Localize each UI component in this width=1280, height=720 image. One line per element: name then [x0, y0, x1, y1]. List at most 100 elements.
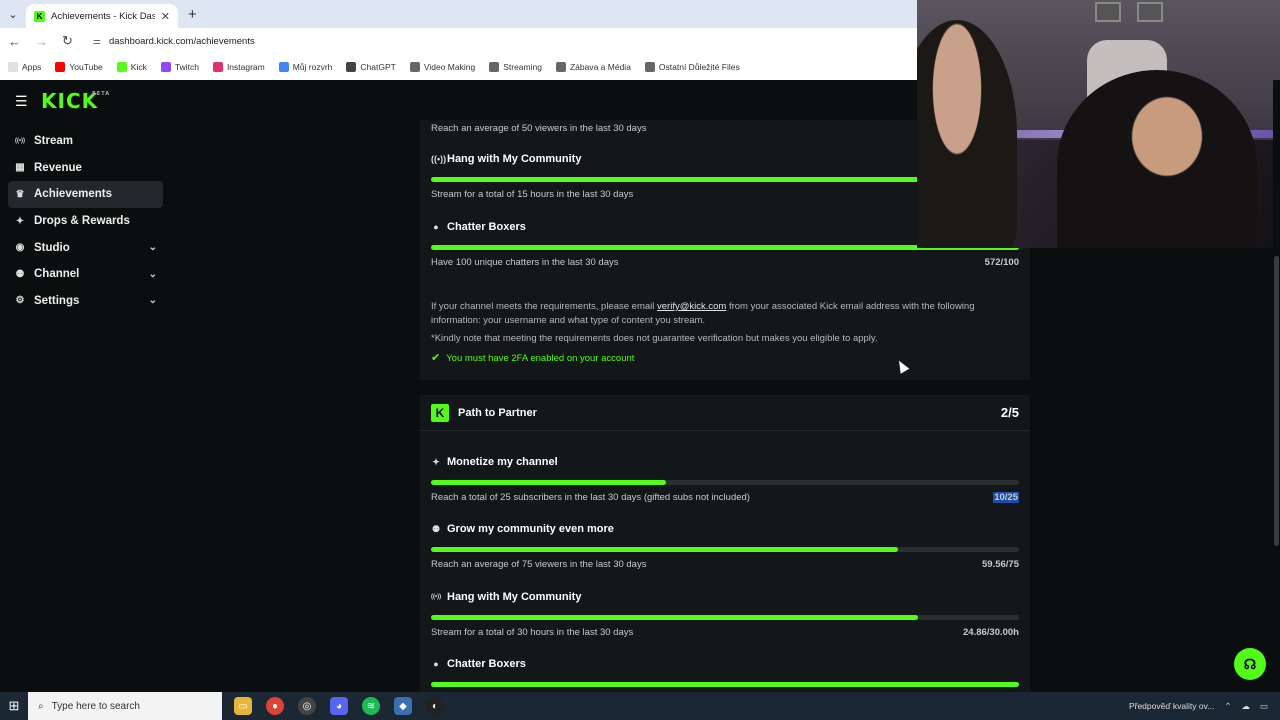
- tab-search-chevron-icon[interactable]: ⌄: [0, 0, 26, 28]
- sidebar-item-settings[interactable]: ⚙ Settings ⌄: [8, 288, 163, 315]
- reload-icon[interactable]: ↻: [62, 33, 73, 49]
- sidebar-item-revenue[interactable]: ▦ Revenue: [8, 155, 163, 182]
- site-info-icon[interactable]: ⚌: [93, 36, 101, 47]
- kick-logo[interactable]: KICK BETA: [41, 89, 109, 113]
- discord-icon[interactable]: ◕: [330, 697, 348, 715]
- verification-info: If your channel meets the requirements, …: [431, 300, 1019, 365]
- taskbar-apps: ▭ ● ◎ ◕ ≋ ◆ ◐: [234, 697, 444, 715]
- bookmark-item[interactable]: Kick: [116, 62, 147, 72]
- sidebar-item-studio[interactable]: ◉ Studio ⌄: [8, 234, 163, 261]
- sidebar-item-channel[interactable]: ⚉ Channel ⌄: [8, 261, 163, 288]
- partner-achievement-item: ● Chatter Boxers: [431, 655, 1019, 692]
- sidebar-item-drops-rewards[interactable]: ✦ Drops & Rewards: [8, 208, 163, 235]
- kick-k-icon: K: [431, 403, 449, 422]
- forward-icon[interactable]: →: [35, 34, 48, 49]
- users-icon: ⚉: [15, 268, 25, 280]
- bookmark-item[interactable]: Twitch: [160, 62, 199, 72]
- achievement-title: Chatter Boxers: [447, 658, 526, 670]
- url-text: dashboard.kick.com/achievements: [108, 35, 255, 47]
- achievement-description: Reach an average of 75 viewers in the la…: [431, 559, 1019, 570]
- bookmark-item[interactable]: Streaming: [489, 62, 542, 72]
- chat-icon: ●: [433, 222, 439, 232]
- path-to-partner-card: K Path to Partner 2/5 ✦ Monetize my chann…: [420, 395, 1030, 692]
- davinci-icon[interactable]: ◐: [426, 697, 444, 715]
- sidebar-item-achievements[interactable]: ♛ Achievements: [8, 181, 163, 208]
- app-icon[interactable]: ◆: [394, 697, 412, 715]
- bookmark-item[interactable]: Instagram: [212, 62, 265, 72]
- chevron-down-icon[interactable]: ⌄: [149, 295, 157, 306]
- sidebar-item-label: Channel: [34, 268, 80, 281]
- chrome-icon[interactable]: ●: [266, 697, 284, 715]
- users-icon: ⚉: [431, 523, 441, 534]
- progress-fill: [431, 615, 919, 620]
- progress-bar: [431, 480, 1019, 485]
- sparkle-icon: ✦: [432, 456, 440, 467]
- achievement-description: Reach a total of 25 subscribers in the l…: [431, 492, 1019, 503]
- eligibility-note: *Kindly note that meeting the requiremen…: [431, 333, 878, 344]
- achievement-description: Have 100 unique chatters in the last 30 …: [431, 257, 1019, 268]
- windows-start-icon[interactable]: ⊞: [0, 692, 28, 720]
- scrollbar-thumb[interactable]: [1274, 256, 1279, 546]
- progress-bar: [431, 682, 1019, 687]
- network-icon[interactable]: ▭: [1260, 701, 1268, 712]
- streamer-right: [1057, 70, 1257, 248]
- file-explorer-icon[interactable]: ▭: [234, 697, 252, 715]
- headset-icon: ☊: [1243, 655, 1257, 672]
- menu-icon[interactable]: ☰: [15, 93, 28, 110]
- progress-fill: [431, 682, 1019, 687]
- progress-fill: [431, 480, 667, 485]
- bookmark-item[interactable]: Ostatní Důležité Files: [644, 62, 740, 72]
- sidebar-item-label: Revenue: [34, 161, 82, 174]
- bookmark-item[interactable]: Zábava a Média: [555, 62, 631, 72]
- webcam-overlay: [917, 0, 1280, 248]
- partner-achievement-item: ((•)) Hang with My Community Stream for a …: [431, 588, 1019, 638]
- bookmark-item[interactable]: Video Making: [409, 62, 475, 72]
- bookmark-label: YouTube: [69, 62, 103, 72]
- weather-notification[interactable]: Předpověď kvality ov...: [1129, 701, 1214, 711]
- folder-icon: [555, 62, 566, 72]
- cloud-icon[interactable]: ☁: [1241, 701, 1250, 712]
- check-icon: ✔: [431, 351, 441, 364]
- partner-header: K Path to Partner 2/5: [420, 395, 1030, 431]
- partner-title: Path to Partner: [458, 406, 537, 419]
- new-tab-icon[interactable]: +: [188, 6, 197, 23]
- support-chat-button[interactable]: ☊: [1234, 648, 1266, 680]
- system-tray: Předpověď kvality ov... ⌃ ☁ ▭: [1129, 701, 1280, 712]
- bookmark-item[interactable]: Apps: [8, 62, 41, 72]
- back-icon[interactable]: ←: [8, 34, 21, 49]
- bookmark-favicon-icon: [160, 62, 171, 72]
- search-icon: ⌕: [38, 700, 44, 712]
- partner-achievement-item: ⚉ Grow my community even more Reach an ave…: [431, 520, 1019, 570]
- close-tab-icon[interactable]: ✕: [161, 10, 170, 23]
- broadcast-icon: ((•)): [431, 594, 442, 600]
- bookmark-favicon-icon: [346, 62, 357, 72]
- bookmark-favicon-icon: [116, 62, 127, 72]
- bookmark-favicon-icon: [212, 62, 223, 72]
- achievement-title: Hang with My Community: [447, 153, 582, 165]
- sidebar-item-label: Achievements: [34, 188, 112, 201]
- chevron-down-icon[interactable]: ⌄: [149, 269, 157, 280]
- bookmark-item[interactable]: Můj rozvrh: [278, 62, 332, 72]
- taskbar-search[interactable]: ⌕ Type here to search: [28, 692, 222, 720]
- achievement-value: 24.86/30.00h: [963, 627, 1019, 638]
- requirement-2fa: ✔ You must have 2FA enabled on your accou…: [431, 351, 635, 364]
- progress-bar: [431, 547, 1019, 552]
- achievement-value: 10/25: [993, 492, 1019, 503]
- sidebar: ((•)) Stream ▦ Revenue ♛ Achievements ✦ Drops &…: [8, 128, 163, 314]
- url-field[interactable]: ⚌ dashboard.kick.com/achievements: [93, 36, 255, 47]
- tray-chevron-icon[interactable]: ⌃: [1224, 701, 1231, 712]
- bookmark-label: Ostatní Důležité Files: [658, 62, 740, 72]
- bookmark-item[interactable]: YouTube: [55, 62, 103, 72]
- verify-email-link[interactable]: verify@kick.com: [657, 301, 726, 312]
- spotify-icon[interactable]: ≋: [362, 697, 380, 715]
- obs-icon[interactable]: ◎: [298, 697, 316, 715]
- chevron-down-icon[interactable]: ⌄: [149, 242, 157, 253]
- achievement-title: Hang with My Community: [447, 591, 582, 603]
- bookmark-item[interactable]: ChatGPT: [346, 62, 396, 72]
- beta-badge: BETA: [92, 91, 111, 97]
- bookmark-label: ChatGPT: [360, 62, 396, 72]
- sidebar-item-label: Drops & Rewards: [34, 215, 130, 228]
- browser-tab[interactable]: K Achievements - Kick Dashboard ✕: [26, 4, 178, 28]
- folder-icon: [409, 62, 420, 72]
- sidebar-item-stream[interactable]: ((•)) Stream: [8, 128, 163, 155]
